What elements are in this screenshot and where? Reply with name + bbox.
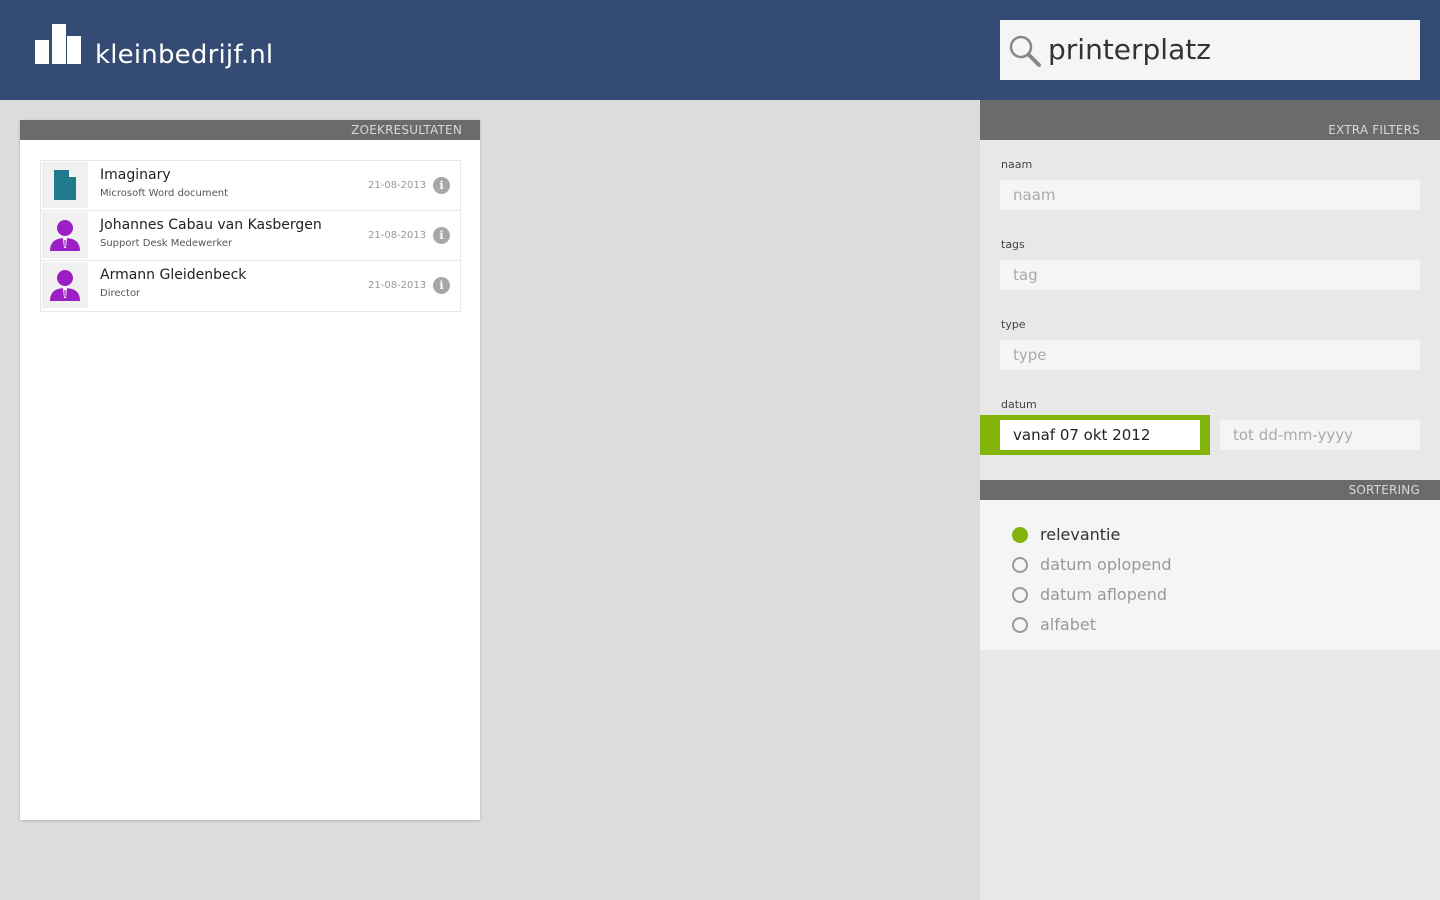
sort-option-label: relevantie [1040,525,1121,544]
date-to-input[interactable] [1220,420,1420,450]
brand-name[interactable]: kleinbedrijf.nl [95,36,273,74]
search-input[interactable] [1048,20,1408,80]
list-item[interactable]: Johannes Cabau van Kasbergen Support Des… [41,211,460,261]
filters-title: EXTRA FILTERS [1328,123,1420,137]
person-icon [50,270,80,301]
search-icon[interactable] [1008,34,1042,68]
naam-input[interactable] [1000,180,1420,210]
result-title: Johannes Cabau van Kasbergen [100,217,322,233]
person-thumbnail [42,262,88,308]
result-date: 21-08-2013 [368,280,427,291]
sort-option-alfabet[interactable]: alfabet [1012,613,1312,637]
tags-label: tags [1001,238,1025,251]
document-icon [54,170,76,200]
result-subtitle: Microsoft Word document [100,188,229,199]
person-icon [50,220,80,251]
results-header: ZOEKRESULTATEN [20,120,480,140]
type-input[interactable] [1000,340,1420,370]
sort-options: relevantie datum oplopend datum aflopend… [980,500,1440,650]
info-icon[interactable]: i [433,227,450,244]
type-label: type [1001,318,1026,331]
datum-label: datum [1001,398,1037,411]
sort-option-datum-oplopend[interactable]: datum oplopend [1012,553,1312,577]
result-title: Imaginary [100,167,171,183]
list-item[interactable]: Armann Gleidenbeck Director 21-08-2013 i [41,261,460,311]
sort-option-label: datum oplopend [1040,555,1172,574]
radio-unchecked-icon[interactable] [1012,557,1028,573]
naam-label: naam [1001,158,1033,171]
result-date: 21-08-2013 [368,180,427,191]
sort-option-datum-aflopend[interactable]: datum aflopend [1012,583,1312,607]
list-item[interactable]: Imaginary Microsoft Word document 21-08-… [41,161,460,211]
result-subtitle: Director [100,288,141,299]
results-list: Imaginary Microsoft Word document 21-08-… [40,160,461,312]
result-date: 21-08-2013 [368,230,427,241]
date-from-input[interactable] [1000,420,1200,450]
document-thumbnail [42,162,88,208]
filters-header: EXTRA FILTERS [980,100,1440,140]
radio-unchecked-icon[interactable] [1012,587,1028,603]
search-box[interactable] [1000,20,1420,80]
person-thumbnail [42,212,88,258]
date-from-focus-ring [980,415,1210,455]
result-subtitle: Support Desk Medewerker [100,238,233,249]
radio-checked-icon[interactable] [1012,527,1028,543]
result-title: Armann Gleidenbeck [100,267,247,283]
top-header: kleinbedrijf.nl [0,0,1440,100]
radio-unchecked-icon[interactable] [1012,617,1028,633]
info-icon[interactable]: i [433,277,450,294]
info-icon[interactable]: i [433,177,450,194]
filters-panel: EXTRA FILTERS naam tags type datum SORTE… [980,100,1440,900]
logo-icon[interactable] [35,24,81,66]
sort-option-relevantie[interactable]: relevantie [1012,523,1312,547]
results-panel: ZOEKRESULTATEN Imaginary Microsoft Word … [20,120,480,820]
sort-header: SORTERING [980,480,1440,500]
tags-input[interactable] [1000,260,1420,290]
sort-option-label: datum aflopend [1040,585,1168,604]
sort-option-label: alfabet [1040,615,1096,634]
